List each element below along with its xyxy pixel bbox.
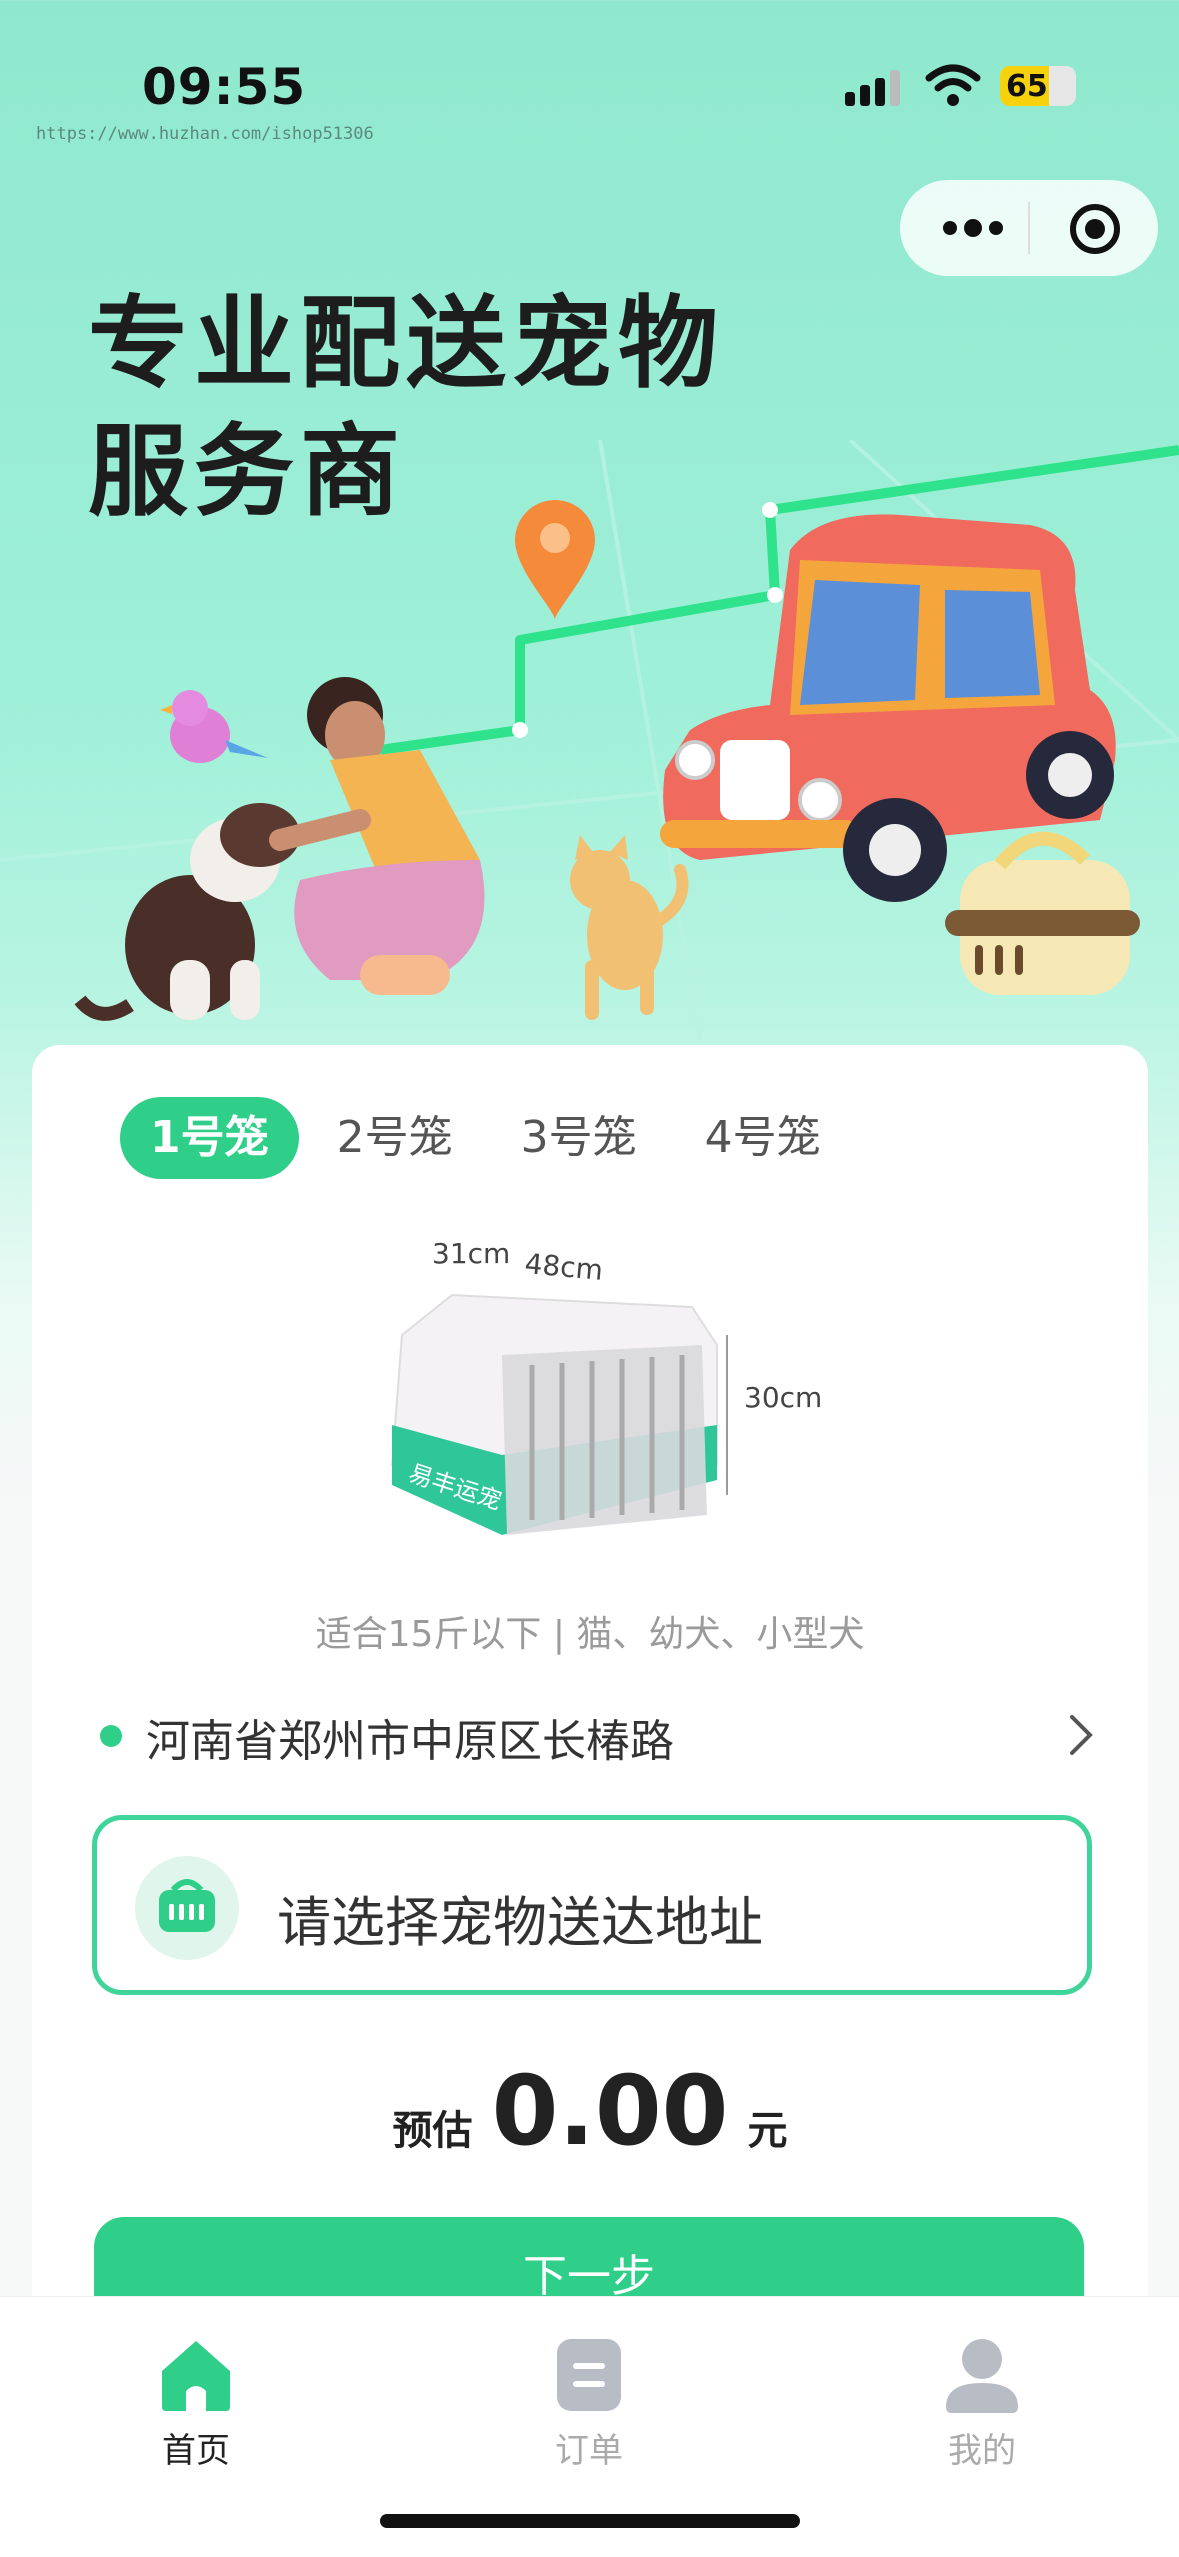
cage-product-image: 31cm 48cm 30cm 易丰运宠: [390, 1237, 822, 1535]
price-value: 0.00: [491, 2055, 729, 2167]
cellular-signal-icon: [845, 70, 900, 106]
order-card: 1号笼 2号笼 3号笼 4号笼 31cm 48cm 30cm 易丰运宠 适合15…: [32, 1045, 1148, 2445]
home-indicator: [380, 2514, 800, 2528]
wifi-icon: [925, 64, 981, 106]
hero-title-line1: 专业配送宠物: [88, 285, 724, 402]
home-icon: [162, 2341, 230, 2411]
cat-illustration: [570, 835, 689, 1020]
watermark-url: https://www.huzhan.com/ishop51306: [36, 124, 374, 144]
more-options-icon[interactable]: [938, 208, 1008, 248]
hero-illustration: [0, 440, 1179, 1040]
destination-placeholder: 请选择宠物送达地址: [277, 1891, 763, 1954]
battery-icon: 65: [1000, 66, 1076, 106]
miniprogram-capsule: [900, 180, 1158, 276]
origin-dot-icon: [100, 1725, 122, 1747]
price-label: 预估: [392, 2108, 473, 2154]
woman-illustration: [269, 677, 485, 995]
tab-cage-1[interactable]: 1号笼: [120, 1097, 299, 1179]
battery-percent: 65: [1006, 69, 1048, 104]
nav-orders-label: 订单: [555, 2431, 623, 2471]
chevron-right-icon: [1070, 1715, 1093, 1755]
tab-cage-2[interactable]: 2号笼: [307, 1097, 483, 1179]
cage-dim-height: 30cm: [744, 1381, 822, 1414]
cage-dim-depth: 31cm: [432, 1237, 510, 1270]
cage-dim-width: 48cm: [523, 1247, 604, 1287]
order-icon: [557, 2339, 621, 2411]
origin-address: 河南省郑州市中原区长椿路: [146, 1716, 674, 1767]
nav-profile[interactable]: 我的: [882, 2337, 1082, 2472]
nav-orders[interactable]: 订单: [489, 2337, 689, 2472]
tab-cage-3[interactable]: 3号笼: [491, 1097, 667, 1179]
price-unit: 元: [747, 2108, 788, 2154]
close-miniprogram-icon[interactable]: [1068, 202, 1122, 256]
price-estimate: 预估 0.00 元: [32, 2055, 1148, 2167]
bird-illustration: [160, 690, 268, 763]
status-time: 09:55: [142, 58, 307, 116]
cage-description: 适合15斤以下 | 猫、幼犬、小型犬: [315, 1614, 865, 1655]
destination-address-selector[interactable]: 请选择宠物送达地址: [92, 1815, 1092, 1995]
dog-illustration: [74, 803, 300, 1021]
tab-cage-4[interactable]: 4号笼: [675, 1097, 851, 1179]
pet-carrier-icon: [135, 1856, 239, 1960]
origin-address-row[interactable]: 河南省郑州市中原区长椿路: [92, 1695, 1093, 1775]
nav-profile-label: 我的: [948, 2431, 1016, 2471]
nav-home-label: 首页: [162, 2431, 230, 2471]
pet-carrier-illustration: [945, 831, 1140, 995]
cage-size-tabs: 1号笼 2号笼 3号笼 4号笼: [120, 1097, 859, 1179]
profile-icon: [946, 2339, 1018, 2413]
location-pin-icon: [515, 500, 595, 620]
capsule-divider: [1028, 202, 1030, 254]
nav-home[interactable]: 首页: [96, 2337, 296, 2472]
